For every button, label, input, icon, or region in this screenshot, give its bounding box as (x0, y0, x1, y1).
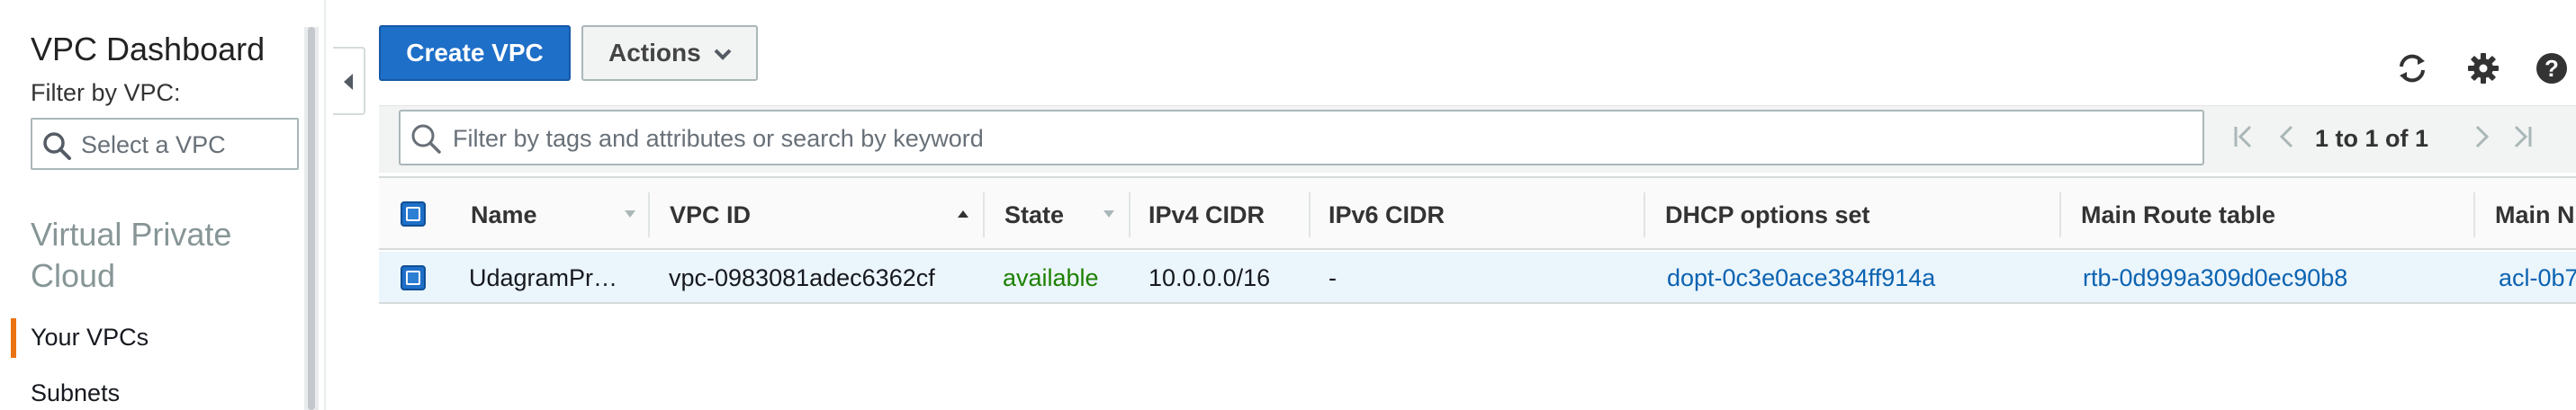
search-placeholder: Filter by tags and attributes or search … (453, 125, 984, 152)
last-page-icon[interactable] (2508, 123, 2535, 150)
sidebar-item-your-vpcs[interactable]: Your VPCs (10, 318, 149, 358)
cell-vpc-id: vpc-0983081adec6362cf (669, 264, 935, 291)
column-header-main-network-acl[interactable]: Main N (2495, 201, 2575, 229)
create-vpc-button[interactable]: Create VPC (379, 25, 571, 81)
cell-dhcp-options-link[interactable]: dopt-0c3e0ace384ff914a (1667, 264, 1935, 292)
cell-ipv6-cidr: - (1329, 264, 1337, 291)
cell-name: UdagramPr… (469, 264, 618, 291)
sidebar: VPC Dashboard Filter by VPC: Select a VP… (0, 0, 311, 410)
column-separator[interactable] (2473, 192, 2475, 237)
cell-state: available (1003, 264, 1099, 291)
previous-page-icon[interactable] (2274, 123, 2301, 150)
sidebar-section-title: Virtual Private Cloud (31, 216, 232, 294)
sidebar-item-subnets[interactable]: Subnets (31, 379, 120, 407)
next-page-icon[interactable] (2468, 123, 2495, 150)
search-input[interactable]: Filter by tags and attributes or search … (399, 110, 2204, 165)
help-icon[interactable]: ? (2534, 50, 2570, 86)
actions-label: Actions (608, 39, 701, 67)
column-header-ipv4-cidr[interactable]: IPv4 CIDR (1148, 201, 1265, 229)
column-separator[interactable] (1309, 192, 1311, 237)
collapse-sidebar-button[interactable] (333, 47, 365, 115)
column-header-vpc-id[interactable]: VPC ID (670, 201, 751, 229)
vpc-filter-placeholder: Select a VPC (81, 131, 226, 158)
sidebar-title[interactable]: VPC Dashboard (31, 31, 265, 68)
vpc-filter-label: Filter by VPC: (31, 79, 181, 106)
first-page-icon[interactable] (2230, 123, 2257, 150)
chevron-left-icon (344, 74, 353, 90)
column-header-state[interactable]: State (1004, 201, 1064, 229)
column-separator[interactable] (1644, 192, 1645, 237)
sidebar-scrollbar-thumb[interactable] (308, 27, 315, 410)
column-header-dhcp-options-set[interactable]: DHCP options set (1665, 201, 1870, 229)
cell-network-acl-link[interactable]: acl-0b7 (2499, 264, 2576, 292)
column-separator[interactable] (983, 192, 985, 237)
gear-icon[interactable] (2465, 50, 2501, 86)
actions-dropdown-button[interactable]: Actions (581, 25, 758, 81)
row-select-checkbox[interactable] (401, 265, 426, 290)
sort-caret-down-icon[interactable] (1102, 209, 1116, 219)
column-separator[interactable] (648, 192, 650, 237)
refresh-icon[interactable] (2394, 50, 2430, 86)
column-header-name[interactable]: Name (471, 201, 537, 229)
select-all-checkbox[interactable] (401, 201, 426, 227)
search-icon (411, 124, 441, 154)
column-separator[interactable] (2059, 192, 2061, 237)
cell-ipv4-cidr: 10.0.0.0/16 (1148, 264, 1271, 291)
column-separator[interactable] (1129, 192, 1130, 237)
chevron-down-icon (714, 49, 732, 60)
sidebar-divider (324, 0, 326, 410)
sort-caret-down-icon[interactable] (623, 209, 637, 219)
vpc-filter-select[interactable]: Select a VPC (31, 118, 299, 170)
search-icon (43, 132, 71, 160)
cell-route-table-link[interactable]: rtb-0d999a309d0ec90b8 (2083, 264, 2347, 292)
column-header-ipv6-cidr[interactable]: IPv6 CIDR (1329, 201, 1445, 229)
sort-caret-up-icon[interactable] (956, 209, 970, 219)
column-header-main-route-table[interactable]: Main Route table (2081, 201, 2275, 229)
pagination-status: 1 to 1 of 1 (2315, 125, 2429, 152)
svg-text:?: ? (2544, 55, 2559, 82)
